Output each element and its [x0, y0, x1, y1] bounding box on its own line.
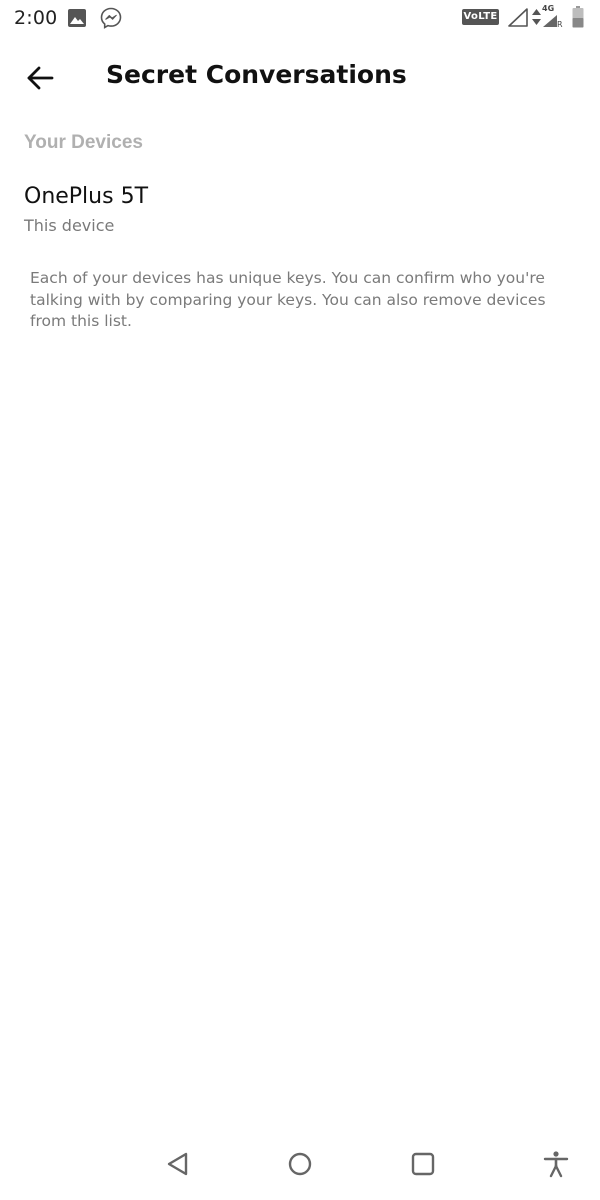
nav-back-icon	[167, 1152, 188, 1176]
nav-recents-icon	[411, 1152, 435, 1176]
page-title: Secret Conversations	[106, 60, 407, 89]
data-arrows-icon	[532, 9, 541, 25]
device-name: OnePlus 5T	[24, 184, 149, 209]
signal-icon	[508, 8, 528, 27]
section-header-your-devices: Your Devices	[24, 132, 143, 153]
arrow-left-icon	[27, 66, 54, 90]
accessibility-button[interactable]	[528, 1136, 584, 1192]
status-time: 2:00	[14, 7, 58, 29]
nav-recents-button[interactable]	[395, 1136, 451, 1192]
toolbar: Secret Conversations	[0, 36, 600, 118]
roaming-label: R	[557, 20, 563, 29]
devices-info-text: Each of your devices has unique keys. Yo…	[30, 269, 546, 330]
nav-back-button[interactable]	[150, 1136, 206, 1192]
nav-home-icon	[288, 1152, 312, 1176]
messenger-icon	[100, 7, 122, 29]
navigation-bar	[0, 1136, 600, 1196]
image-icon	[68, 9, 86, 27]
nav-home-button[interactable]	[272, 1136, 328, 1192]
device-subtitle: This device	[24, 216, 115, 235]
back-button[interactable]	[16, 54, 64, 102]
battery-icon	[572, 6, 584, 28]
device-row[interactable]: OnePlus 5T This device	[0, 176, 600, 246]
accessibility-icon	[543, 1151, 569, 1178]
network-type-label: 4G	[542, 4, 555, 13]
volte-badge: VoLTE	[462, 9, 499, 25]
status-bar: 2:00 VoLTE 4G R	[0, 0, 600, 36]
screen: 2:00 VoLTE 4G R Secret Conversations You…	[0, 0, 600, 1200]
signal-icon-secondary	[543, 15, 557, 27]
